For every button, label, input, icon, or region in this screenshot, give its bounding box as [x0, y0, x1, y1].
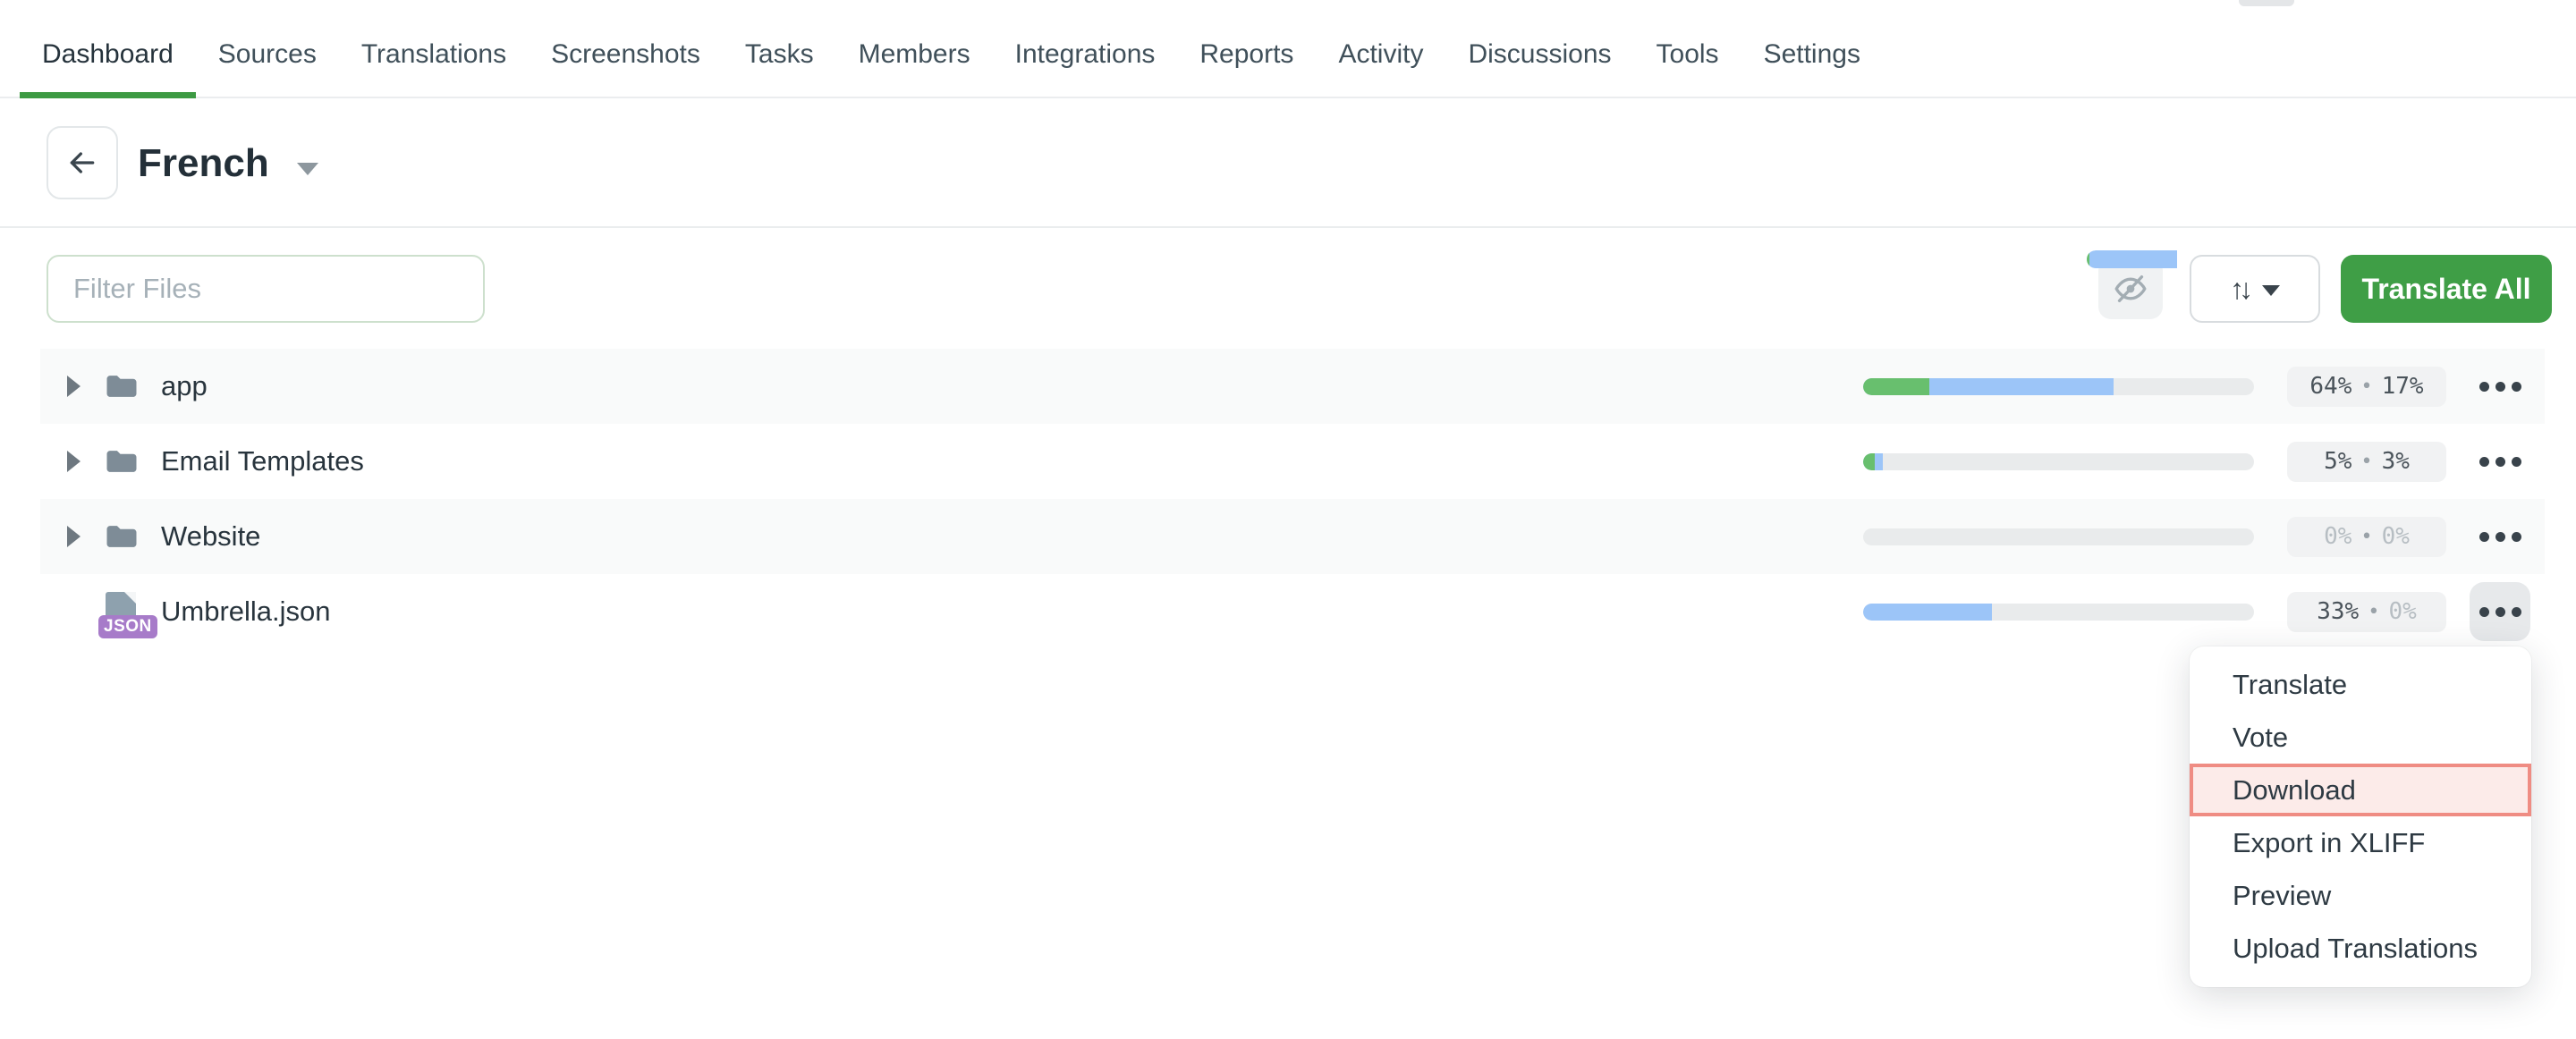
- file-row-umbrella-json[interactable]: JSON Umbrella.json 33% • 0%: [40, 574, 2545, 649]
- file-progress-badge: 5% • 3%: [2287, 442, 2446, 482]
- expand-chevron-icon[interactable]: [67, 376, 80, 397]
- ellipsis-icon: [2479, 382, 2489, 392]
- row-menu-button[interactable]: [2470, 357, 2530, 416]
- file-row-email-templates[interactable]: Email Templates 5% • 3%: [40, 424, 2545, 499]
- filter-files-input[interactable]: [47, 255, 485, 323]
- row-status: 5% • 3%: [1863, 432, 2530, 491]
- file-name: Email Templates: [161, 445, 364, 477]
- approved-progress-segment: [2087, 250, 2089, 268]
- sort-caret-icon: [2262, 285, 2280, 296]
- menu-item-download[interactable]: Download: [2190, 764, 2531, 816]
- tab-translations[interactable]: Translations: [339, 13, 529, 97]
- folder-icon: [102, 517, 141, 556]
- file-list: app 64% • 17% Email Templates: [40, 349, 2545, 649]
- tab-tools[interactable]: Tools: [1634, 13, 1741, 97]
- file-name: app: [161, 370, 208, 402]
- arrow-left-icon: [64, 145, 100, 181]
- translated-percent: 0%: [2324, 523, 2351, 550]
- file-context-menu: Translate Vote Download Export in XLIFF …: [2190, 646, 2531, 987]
- tab-integrations[interactable]: Integrations: [993, 13, 1178, 97]
- tab-reports[interactable]: Reports: [1177, 13, 1316, 97]
- row-status: 33% • 0%: [1863, 582, 2530, 641]
- file-progress-badge: 0% • 0%: [2287, 517, 2446, 557]
- language-header: French 30% • 1%: [0, 98, 2576, 228]
- tab-settings[interactable]: Settings: [1741, 13, 1883, 97]
- menu-item-vote[interactable]: Vote: [2190, 711, 2531, 764]
- tab-screenshots[interactable]: Screenshots: [529, 13, 723, 97]
- approved-percent: 0%: [2382, 523, 2410, 550]
- folder-icon: [102, 442, 141, 481]
- folder-icon: [102, 367, 141, 406]
- json-file-type-badge: JSON: [98, 615, 157, 638]
- menu-item-upload-translations[interactable]: Upload Translations: [2190, 922, 2531, 975]
- ellipsis-icon: [2479, 607, 2489, 617]
- translated-percent: 64%: [2309, 373, 2351, 400]
- language-dropdown-caret-icon[interactable]: [297, 163, 318, 175]
- tab-activity[interactable]: Activity: [1316, 13, 1445, 97]
- tab-dashboard[interactable]: Dashboard: [20, 13, 196, 97]
- tab-tasks[interactable]: Tasks: [723, 13, 836, 97]
- files-toolbar: ↑↓ Translate All: [0, 228, 2576, 349]
- expand-chevron-icon[interactable]: [67, 526, 80, 547]
- eye-off-icon: [2113, 271, 2148, 307]
- tab-members[interactable]: Members: [836, 13, 993, 97]
- bullet-separator: •: [2360, 376, 2372, 398]
- back-button[interactable]: [47, 126, 118, 199]
- file-name: Umbrella.json: [161, 596, 331, 628]
- menu-item-export-xliff[interactable]: Export in XLIFF: [2190, 816, 2531, 869]
- menu-item-preview[interactable]: Preview: [2190, 869, 2531, 922]
- file-progress-bar: [1863, 453, 2254, 470]
- sort-button[interactable]: ↑↓: [2190, 255, 2320, 323]
- file-progress-bar: [1863, 604, 2254, 621]
- expand-chevron-icon[interactable]: [67, 451, 80, 472]
- approved-progress-segment: [1863, 378, 1929, 395]
- file-progress-badge: 33% • 0%: [2287, 592, 2446, 632]
- file-row-app[interactable]: app 64% • 17%: [40, 349, 2545, 424]
- ellipsis-icon: [2479, 457, 2489, 467]
- file-progress-bar: [1863, 528, 2254, 545]
- json-file-icon: JSON: [102, 592, 141, 631]
- cropped-popover-edge: [2239, 0, 2294, 6]
- ellipsis-icon: [2479, 532, 2489, 542]
- row-status: 64% • 17%: [1863, 357, 2530, 416]
- bullet-separator: •: [2360, 451, 2372, 473]
- sort-arrows-icon: ↑↓: [2230, 275, 2248, 303]
- file-name: Website: [161, 520, 260, 553]
- translated-progress-segment: [2087, 250, 2177, 268]
- tab-sources[interactable]: Sources: [196, 13, 339, 97]
- menu-item-translate[interactable]: Translate: [2190, 658, 2531, 711]
- bullet-separator: •: [2360, 526, 2372, 548]
- row-status: 0% • 0%: [1863, 507, 2530, 566]
- row-menu-button[interactable]: [2470, 507, 2530, 566]
- translated-progress-segment: [1863, 604, 1992, 621]
- row-menu-button[interactable]: [2470, 432, 2530, 491]
- file-progress-bar: [1863, 378, 2254, 395]
- row-menu-button-active[interactable]: [2470, 582, 2530, 641]
- translate-all-button[interactable]: Translate All: [2341, 255, 2552, 323]
- top-nav: Dashboard Sources Translations Screensho…: [0, 0, 2576, 98]
- file-row-website[interactable]: Website 0% • 0%: [40, 499, 2545, 574]
- tab-discussions[interactable]: Discussions: [1445, 13, 1633, 97]
- approved-percent: 0%: [2388, 598, 2416, 625]
- approved-percent: 17%: [2382, 373, 2424, 400]
- approved-progress-segment: [1863, 453, 1875, 470]
- file-progress-badge: 64% • 17%: [2287, 367, 2446, 407]
- page-title: French: [138, 141, 269, 186]
- translated-percent: 5%: [2324, 448, 2351, 475]
- approved-percent: 3%: [2382, 448, 2410, 475]
- translated-percent: 33%: [2317, 598, 2359, 625]
- bullet-separator: •: [2368, 601, 2379, 623]
